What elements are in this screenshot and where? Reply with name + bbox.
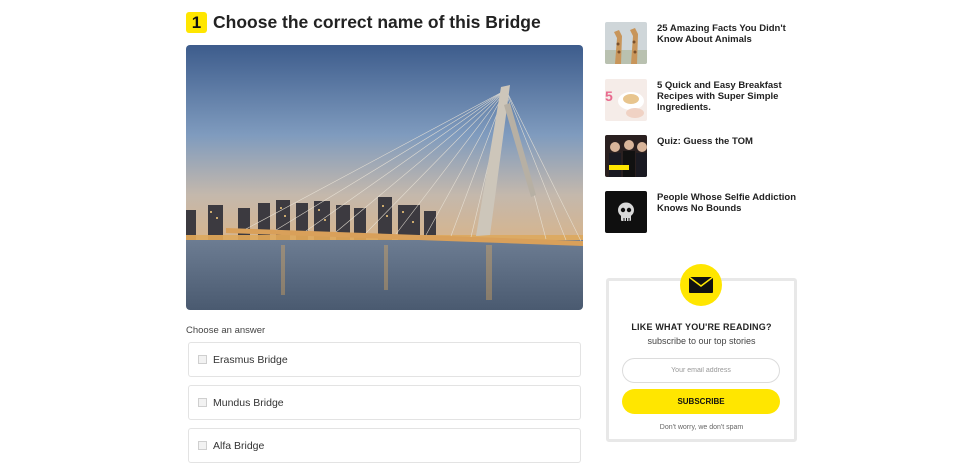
question-number-badge: 1 <box>186 12 207 33</box>
sidebar-article-breakfast[interactable]: 5 5 Quick and Easy Breakfast Recipes wit… <box>605 79 802 121</box>
answer-option-erasmus[interactable]: Erasmus Bridge <box>188 342 581 377</box>
svg-text:5: 5 <box>605 88 613 104</box>
question-image <box>186 45 583 310</box>
answer-checkbox[interactable] <box>198 355 207 364</box>
answer-checkbox[interactable] <box>198 441 207 450</box>
newsletter-note: Don't worry, we don't spam <box>659 424 744 431</box>
subscribe-button[interactable]: SUBSCRIBE <box>622 389 780 414</box>
answer-label: Mundus Bridge <box>213 396 284 409</box>
answer-option-mundus[interactable]: Mundus Bridge <box>188 385 581 420</box>
question-header: 1 Choose the correct name of this Bridge <box>186 12 541 33</box>
sidebar-article-selfie[interactable]: People Whose Selfie Addiction Knows No B… <box>605 191 802 233</box>
sidebar-article-title[interactable]: Quiz: Guess the TOM <box>657 136 802 177</box>
skull-icon[interactable] <box>605 191 647 233</box>
sidebar-article-title[interactable]: People Whose Selfie Addiction Knows No B… <box>657 192 802 233</box>
celebrities-photo-icon[interactable] <box>605 135 647 177</box>
breakfast-photo-icon[interactable]: 5 <box>605 79 647 121</box>
question-title: Choose the correct name of this Bridge <box>213 12 541 32</box>
envelope-icon <box>680 264 722 306</box>
sidebar-article-animals[interactable]: 25 Amazing Facts You Didn't Know About A… <box>605 22 802 64</box>
sidebar-article-title[interactable]: 25 Amazing Facts You Didn't Know About A… <box>657 23 802 64</box>
answer-label: Alfa Bridge <box>213 439 265 452</box>
sidebar-article-title[interactable]: 5 Quick and Easy Breakfast Recipes with … <box>657 80 802 121</box>
answer-checkbox[interactable] <box>198 398 207 407</box>
sidebar-article-quiz[interactable]: Quiz: Guess the TOM <box>605 135 802 177</box>
newsletter-heading: LIKE WHAT YOU'RE READING? <box>631 322 772 332</box>
email-input[interactable] <box>622 358 780 383</box>
choose-answer-label: Choose an answer <box>186 325 266 336</box>
answer-label: Erasmus Bridge <box>213 353 288 366</box>
newsletter-subheading: subscribe to our top stories <box>647 336 756 346</box>
answer-option-alfa[interactable]: Alfa Bridge <box>188 428 581 463</box>
giraffe-photo-icon[interactable] <box>605 22 647 64</box>
